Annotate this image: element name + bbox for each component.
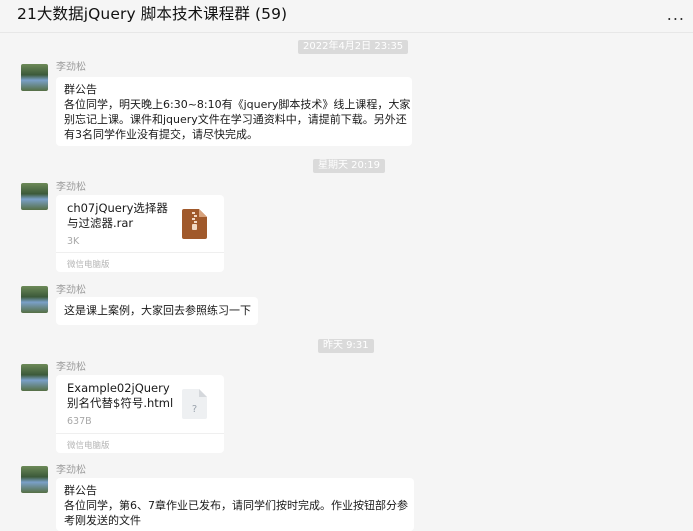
file-source: 微信电脑版 [67, 260, 110, 270]
sender-name: 李劲松 [56, 362, 86, 373]
file-name-line: Example02jQuery [67, 381, 170, 395]
message-line: 群公告 [64, 83, 97, 96]
sender-name: 李劲松 [56, 285, 86, 296]
announcement-bubble[interactable]: 群公告 各位同学，第6、7章作业已发布，请同学们按时完成。作业按钮部分参 考刚发… [56, 478, 414, 531]
zip-file-icon [182, 209, 207, 239]
message-line: 这是课上案例，大家回去参照练习一下 [64, 304, 251, 317]
avatar[interactable] [21, 466, 48, 493]
message-line: 各位同学，第6、7章作业已发布，请同学们按时完成。作业按钮部分参 [64, 499, 408, 512]
file-source: 微信电脑版 [67, 441, 110, 451]
unknown-file-glyph: ? [192, 404, 197, 415]
file-name-line: 与过滤器.rar [67, 216, 134, 230]
announcement-bubble[interactable]: 群公告 各位同学，明天晚上6:30~8:10有《jquery脚本技术》线上课程，… [56, 77, 412, 146]
more-options-button[interactable]: ... [667, 5, 685, 24]
timestamp: 星期天 20:19 [313, 159, 385, 173]
file-name: ch07jQuery选择器 与过滤器.rar [67, 201, 168, 231]
file-name: Example02jQuery 别名代替$符号.html [67, 381, 173, 411]
timestamp: 2022年4月2日 23:35 [298, 40, 409, 54]
avatar[interactable] [21, 183, 48, 210]
message-line: 别忘记上课。课件和jquery文件在学习通资料中，请提前下载。另外还 [64, 113, 407, 126]
file-card[interactable]: ch07jQuery选择器 与过滤器.rar 3K 微信电脑版 [56, 195, 224, 272]
file-card[interactable]: Example02jQuery 别名代替$符号.html ? 637B 微信电脑… [56, 375, 224, 453]
avatar[interactable] [21, 364, 48, 391]
avatar[interactable] [21, 64, 48, 91]
divider [56, 433, 224, 434]
file-name-line: 别名代替$符号.html [67, 396, 174, 410]
message-line: 各位同学，明天晚上6:30~8:10有《jquery脚本技术》线上课程，大家 [64, 98, 411, 111]
chat-header: 21大数据jQuery 脚本技术课程群 (59) ... [0, 0, 693, 33]
timestamp: 昨天 9:31 [318, 339, 374, 353]
sender-name: 李劲松 [56, 465, 86, 476]
divider [56, 252, 224, 253]
unknown-file-icon: ? [182, 389, 207, 419]
file-size: 3K [67, 236, 80, 247]
message-line: 有3名同学作业没有提交，请尽快完成。 [64, 128, 258, 141]
message-bubble[interactable]: 这是课上案例，大家回去参照练习一下 [56, 297, 258, 325]
file-size: 637B [67, 416, 92, 427]
sender-name: 李劲松 [56, 182, 86, 193]
chat-title: 21大数据jQuery 脚本技术课程群 (59) [17, 5, 288, 23]
file-name-line: ch07jQuery选择器 [67, 201, 168, 215]
message-line: 考刚发送的文件 [64, 514, 141, 527]
message-line: 群公告 [64, 484, 97, 497]
sender-name: 李劲松 [56, 62, 86, 73]
avatar[interactable] [21, 286, 48, 313]
